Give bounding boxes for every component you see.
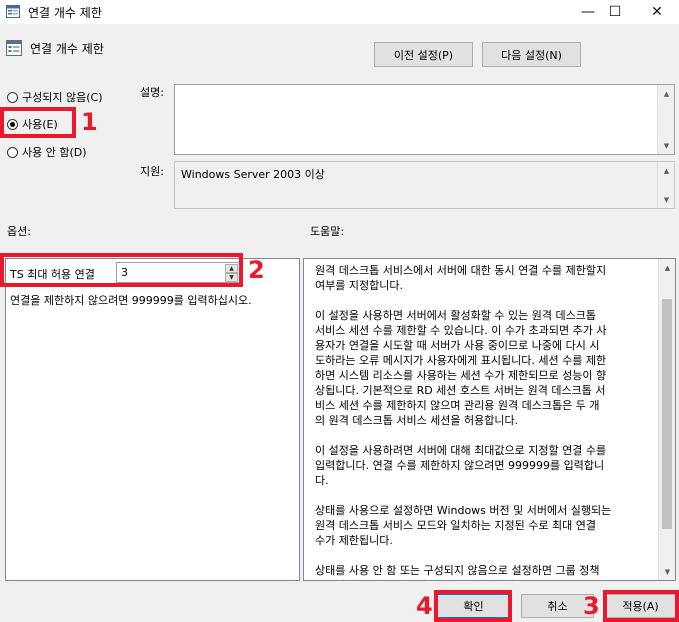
title-bar: 연결 개수 제한 — ☐ ✕: [0, 0, 679, 24]
help-paragraph: 이 설정을 사용하면 서버에서 활성화할 수 있는 원격 데스크톱 서비스 세션…: [315, 309, 607, 427]
radio-disabled[interactable]: 사용 안 함(D): [7, 144, 87, 160]
previous-setting-button[interactable]: 이전 설정(P): [374, 42, 473, 67]
supported-label: 지원:: [140, 165, 164, 178]
options-pane: TS 최대 허용 연결 3 ▲ ▼ 연결을 제한하지 않으려면 999999를 …: [5, 258, 300, 581]
close-icon: ✕: [651, 4, 663, 20]
help-label: 도움말:: [310, 225, 345, 238]
annotation-number-1: 1: [81, 108, 98, 136]
policy-setting-icon: [6, 40, 22, 56]
supported-box: Windows Server 2003 이상 ▲ ▼: [174, 161, 675, 209]
options-label: 옵션:: [7, 225, 31, 238]
scroll-down-icon[interactable]: ▼: [658, 191, 675, 208]
scroll-up-icon[interactable]: ▲: [659, 259, 675, 276]
help-text: 원격 데스크톱 서비스에서 서버에 대한 동시 연결 수를 제한할지 여부를 지…: [304, 259, 658, 580]
close-button[interactable]: ✕: [634, 0, 679, 24]
scroll-up-icon[interactable]: ▲: [658, 85, 675, 102]
supported-value: Windows Server 2003 이상: [181, 168, 325, 181]
setting-title: 연결 개수 제한: [30, 42, 104, 56]
help-scroll-thumb[interactable]: [662, 299, 672, 529]
description-scrollbar[interactable]: ▲ ▼: [657, 85, 674, 154]
annotation-box-apply: [603, 590, 679, 622]
help-paragraph: 원격 데스크톱 서비스에서 서버에 대한 동시 연결 수를 제한할지 여부를 지…: [315, 264, 607, 292]
window-title: 연결 개수 제한: [28, 6, 102, 20]
radio-not-configured-indicator: [7, 91, 18, 103]
description-box[interactable]: ▲ ▼: [174, 84, 675, 155]
description-label: 설명:: [140, 86, 164, 99]
radio-disabled-label: 사용 안 함(D): [22, 146, 87, 159]
radio-disabled-indicator: [7, 146, 18, 158]
help-paragraph: 상태를 사용 안 함 또는 구성되지 않음으로 설정하면 그룹 정책 수준에서 …: [315, 564, 600, 580]
annotation-box-enabled: [0, 107, 76, 138]
maximize-icon: ☐: [608, 4, 622, 20]
max-connections-hint: 연결을 제한하지 않으려면 999999를 입력하십시오.: [10, 294, 252, 307]
next-setting-button[interactable]: 다음 설정(N): [482, 42, 581, 67]
help-paragraph: 상태를 사용으로 설정하면 Windows 버전 및 서버에서 실행되는 원격 …: [315, 504, 612, 547]
supported-scrollbar[interactable]: ▲ ▼: [657, 162, 674, 208]
annotation-number-3: 3: [583, 592, 600, 620]
help-pane: 원격 데스크톱 서비스에서 서버에 대한 동시 연결 수를 제한할지 여부를 지…: [303, 258, 676, 581]
help-scrollbar[interactable]: ▲ ▼: [658, 259, 675, 580]
maximize-button[interactable]: ☐: [592, 0, 638, 24]
scroll-down-icon[interactable]: ▼: [659, 563, 675, 580]
help-paragraph: 이 설정을 사용하려면 서버에 대해 최대값으로 지정할 연결 수를 입력합니다…: [315, 444, 607, 487]
annotation-number-2: 2: [248, 256, 265, 284]
radio-not-configured[interactable]: 구성되지 않음(C): [7, 89, 102, 105]
annotation-number-4: 4: [416, 592, 433, 620]
annotation-box-ok: [434, 590, 512, 622]
scroll-down-icon[interactable]: ▼: [658, 137, 675, 154]
radio-not-configured-label: 구성되지 않음(C): [22, 91, 103, 104]
policy-app-icon: [6, 5, 20, 18]
annotation-box-max-connections: [0, 253, 243, 287]
scroll-up-icon[interactable]: ▲: [658, 162, 675, 179]
